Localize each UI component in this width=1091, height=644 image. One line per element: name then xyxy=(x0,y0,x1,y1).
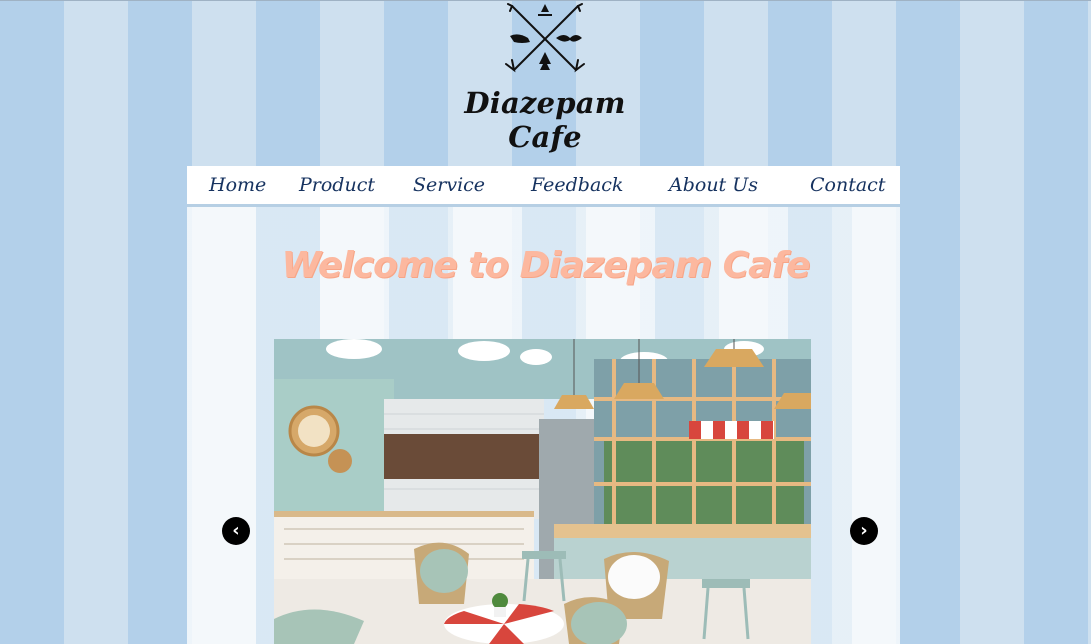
slider-next-button[interactable]: › xyxy=(850,517,878,545)
main-nav: Home Product Service Feedback About Us C… xyxy=(187,166,900,207)
chevron-right-icon: › xyxy=(860,520,868,541)
nav-item-home[interactable]: Home xyxy=(209,169,266,201)
nav-item-service[interactable]: Service xyxy=(413,169,485,201)
crossed-arrows-logo-icon xyxy=(505,3,585,73)
nav-item-product[interactable]: Product xyxy=(299,169,375,201)
nav-item-feedback[interactable]: Feedback xyxy=(531,169,623,201)
site-logo[interactable]: Diazepam Cafe xyxy=(440,2,650,154)
slider-prev-button[interactable]: ‹ xyxy=(222,517,250,545)
chevron-left-icon: ‹ xyxy=(232,520,240,541)
nav-item-contact[interactable]: Contact xyxy=(810,169,885,201)
top-border xyxy=(0,0,1091,1)
brand-name: Diazepam Cafe xyxy=(464,86,626,154)
nav-item-about-us[interactable]: About Us xyxy=(669,169,758,201)
slider-image-cafe-interior xyxy=(274,339,811,644)
welcome-heading: Welcome to Diazepam Cafe xyxy=(281,245,811,286)
